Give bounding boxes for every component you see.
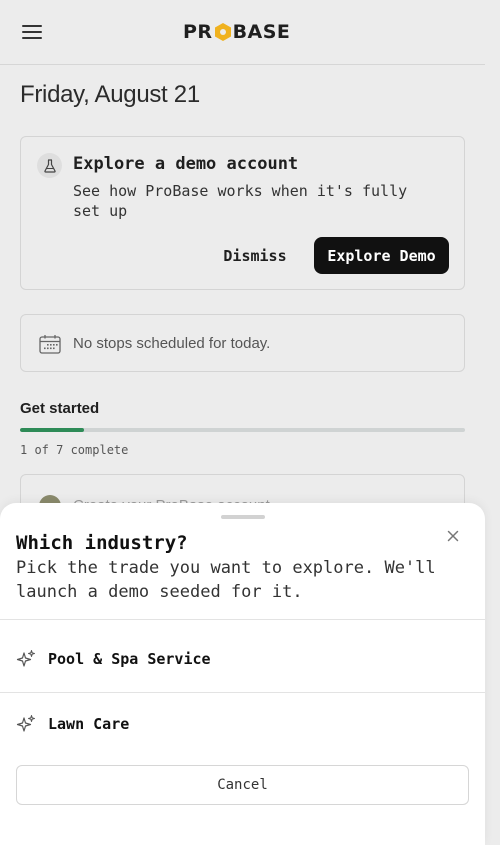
probase-logo[interactable]: PR BASE [183,20,290,44]
logo-text-right: BASE [232,21,291,43]
divider [0,619,485,620]
sheet-drag-handle[interactable] [221,515,265,519]
sparkles-icon [16,715,35,732]
demo-card-title: Explore a demo account [73,154,299,174]
no-stops-text: No stops scheduled for today. [73,335,271,352]
close-icon[interactable] [444,527,462,545]
logo-text-left: PR [183,21,213,43]
industry-bottom-sheet: Which industry? Pick the trade you want … [0,503,485,845]
demo-card-description: See how ProBase works when it's fully se… [73,182,408,220]
sheet-title: Which industry? [16,532,188,554]
cancel-button[interactable]: Cancel [16,765,469,805]
industry-option-label: Pool & Spa Service [48,650,211,668]
flask-icon [37,153,62,178]
get-started-heading: Get started [20,400,100,417]
onboarding-progress-bar [20,428,465,432]
dismiss-button[interactable]: Dismiss [211,241,299,271]
industry-option-pool-spa[interactable]: Pool & Spa Service [0,627,485,691]
industry-option-label: Lawn Care [48,715,130,733]
hamburger-menu-icon[interactable] [22,24,42,40]
demo-account-card: Explore a demo account See how ProBase w… [20,136,465,290]
logo-hexagon-icon [214,23,231,41]
sheet-description: Pick the trade you want to explore. We'l… [16,558,436,602]
industry-option-lawn-care[interactable]: Lawn Care [0,692,485,756]
calendar-icon [39,335,61,354]
stops-card: No stops scheduled for today. [20,314,465,372]
sparkles-icon [16,650,35,667]
progress-status-text: 1 of 7 complete [20,443,129,457]
explore-demo-button[interactable]: Explore Demo [314,237,449,274]
top-bar: PR BASE [0,0,485,65]
progress-bar-fill [20,428,84,432]
page-date-heading: Friday, August 21 [20,81,200,108]
